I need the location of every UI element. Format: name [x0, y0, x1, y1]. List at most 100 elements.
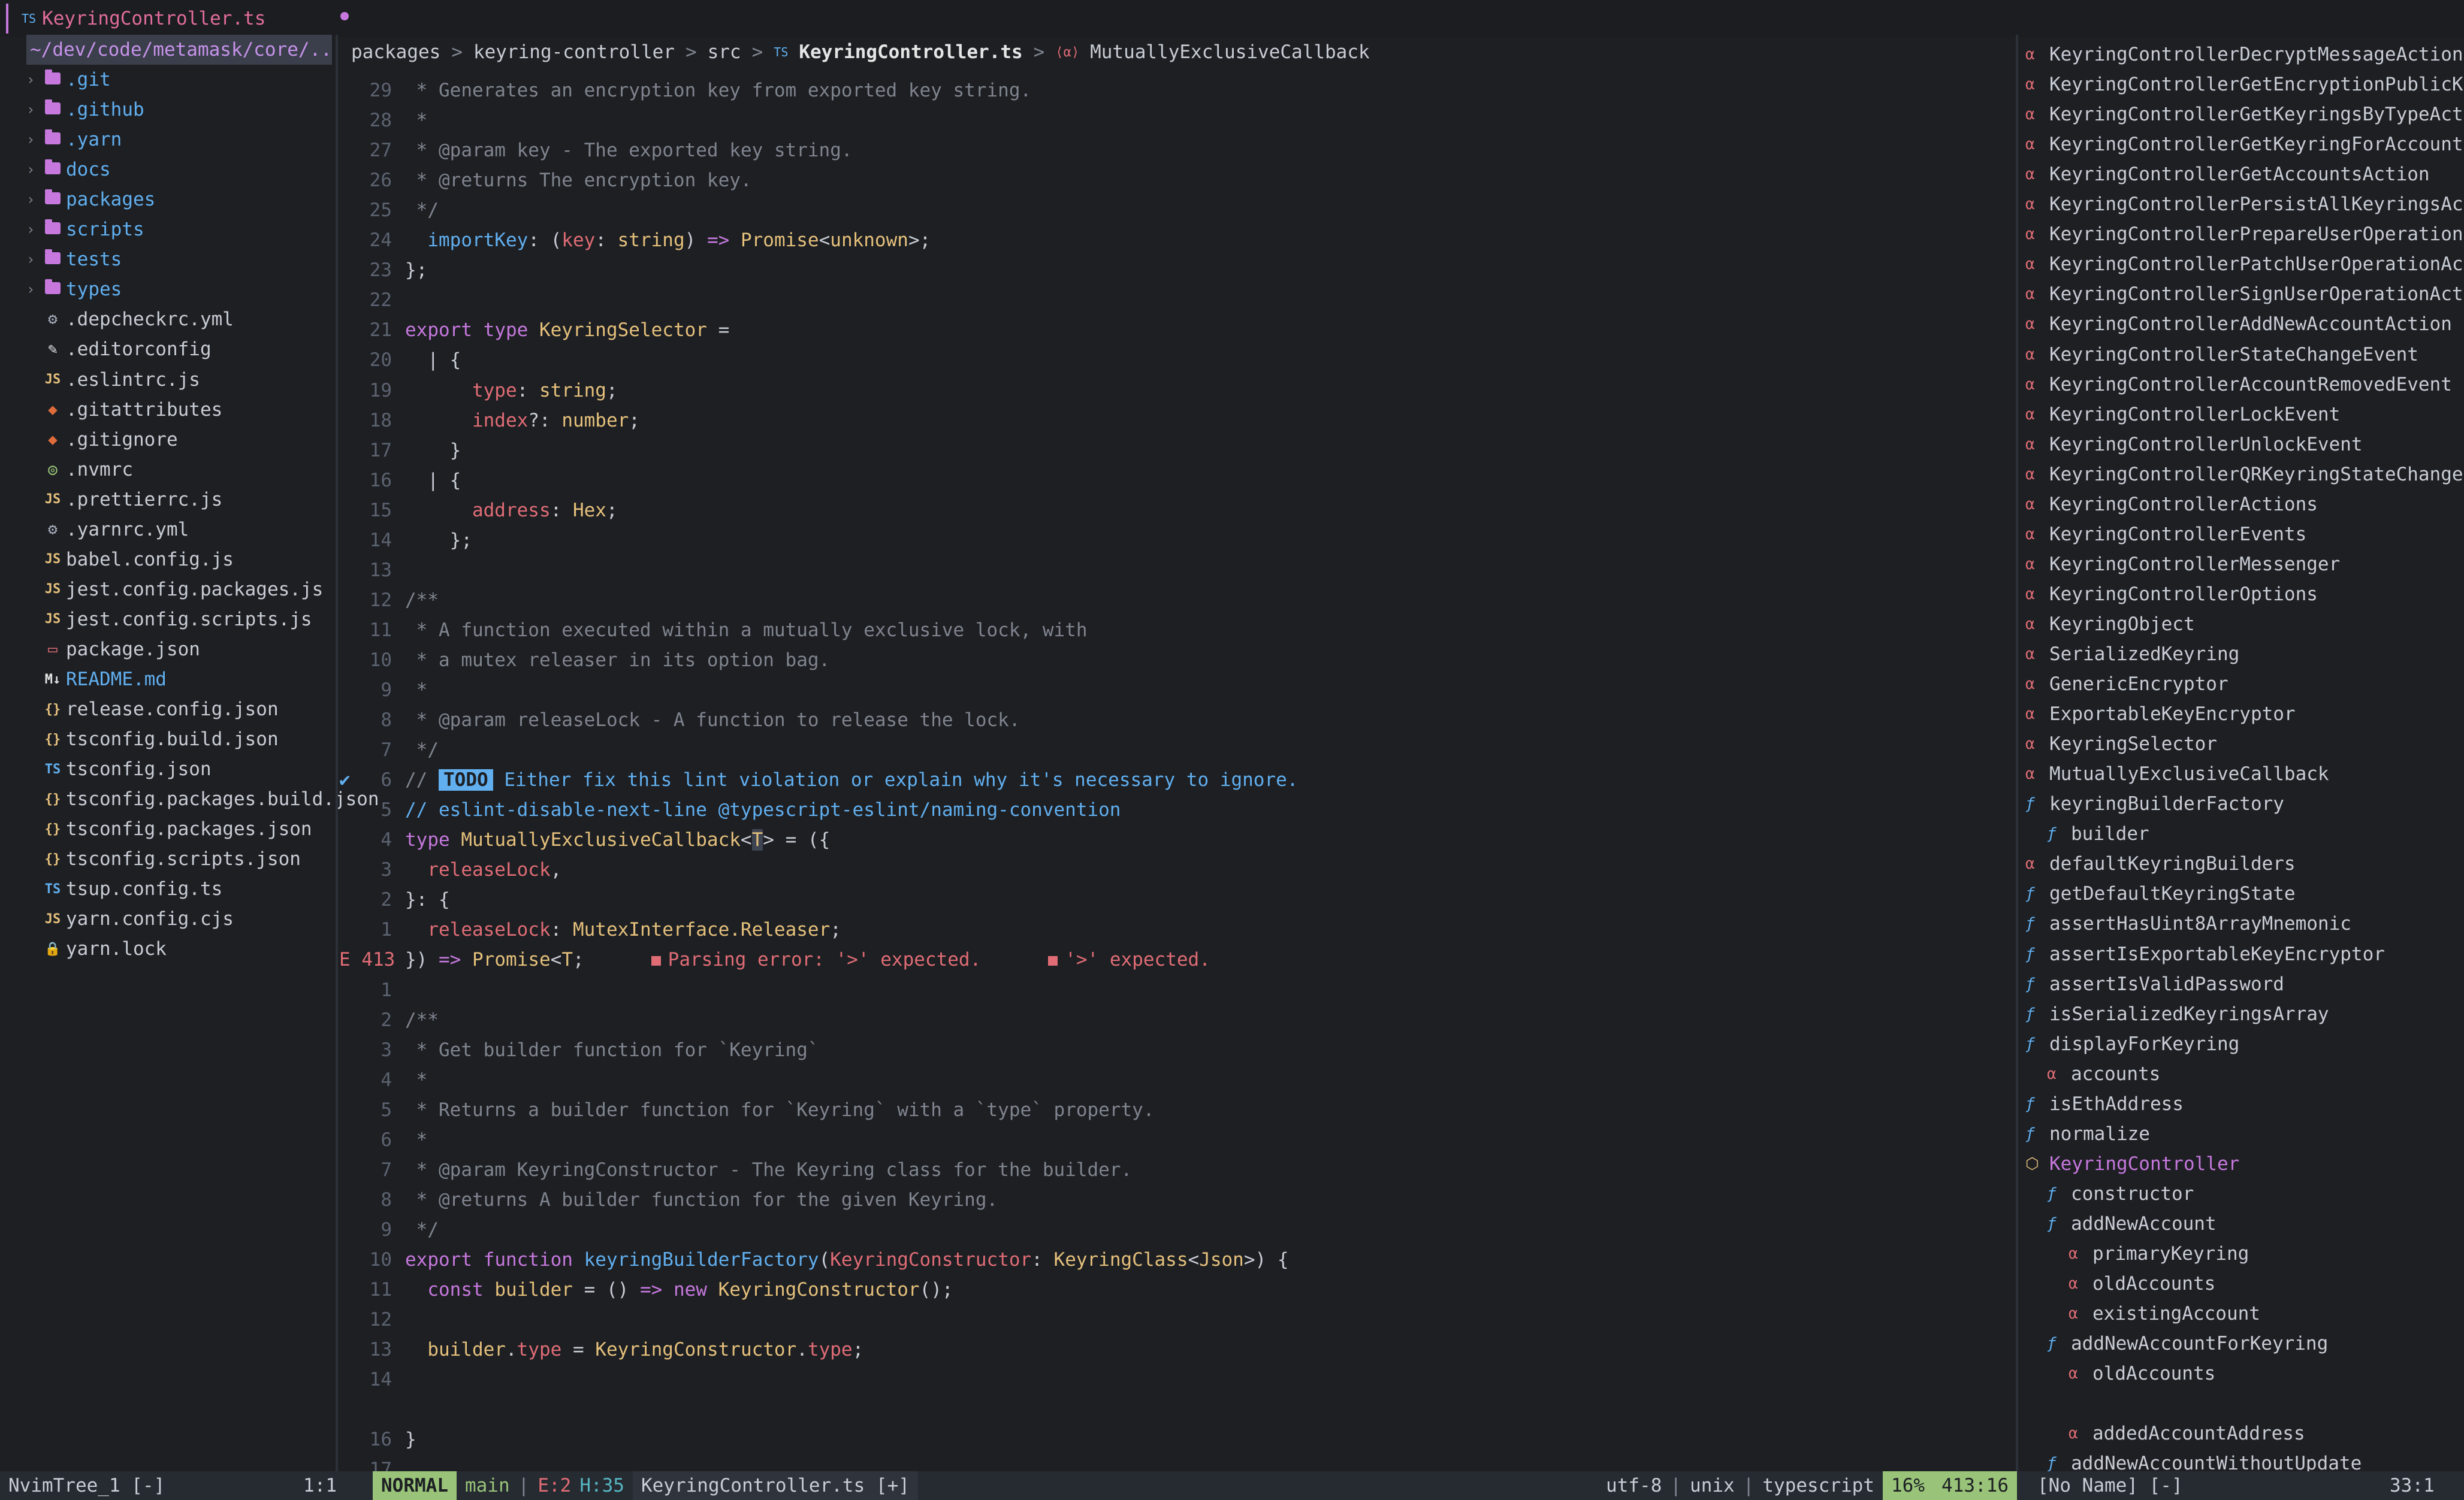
outline-item[interactable]: α KeyringControllerGetAccountsAction: [2025, 159, 2430, 189]
code-line[interactable]: 3 releaseLock,: [339, 855, 561, 885]
code-line[interactable]: 26 * @returns The encryption key.: [339, 165, 752, 195]
outline-item[interactable]: ƒ constructor: [2047, 1179, 2194, 1209]
code-line[interactable]: 16 | {: [339, 465, 461, 495]
tree-file[interactable]: ◆ .gitattributes: [26, 395, 222, 425]
code-line[interactable]: 14: [339, 1365, 405, 1395]
code-line[interactable]: 6 *: [339, 1125, 427, 1155]
code-line[interactable]: 7 * @param KeyringConstructor - The Keyr…: [339, 1155, 1132, 1185]
tree-dir-scripts[interactable]: › scripts: [26, 214, 144, 244]
outline-item[interactable]: α KeyringControllerGetKeyringsByTypeAct: [2025, 99, 2463, 129]
outline-item[interactable]: α KeyringControllerMessenger: [2025, 549, 2340, 579]
outline-item[interactable]: α KeyringControllerQRKeyringStateChange: [2025, 459, 2463, 489]
outline-item[interactable]: α accounts: [2047, 1059, 2160, 1089]
code-line[interactable]: 10 export function keyringBuilderFactory(…: [339, 1245, 1289, 1275]
tree-file[interactable]: TS tsup.config.ts: [26, 874, 223, 904]
code-line[interactable]: 12 /**: [339, 585, 439, 615]
code-line[interactable]: 17 }: [339, 436, 461, 465]
code-line[interactable]: 2 /**: [339, 1005, 439, 1035]
tree-file[interactable]: JS jest.config.packages.js: [26, 574, 324, 604]
outline-item[interactable]: α oldAccounts: [2069, 1269, 2215, 1299]
outline-item[interactable]: ƒ builder: [2047, 819, 2149, 849]
outline-item[interactable]: α KeyringControllerAddNewAccountAction: [2025, 309, 2452, 339]
outline-item[interactable]: ƒ addNewAccountForKeyring: [2047, 1329, 2328, 1359]
tree-file[interactable]: JS jest.config.scripts.js: [26, 604, 312, 634]
outline-item[interactable]: ƒ isEthAddress: [2025, 1089, 2184, 1119]
outline-item[interactable]: ƒ assertIsExportableKeyEncryptor: [2025, 939, 2385, 969]
tree-file[interactable]: JS .eslintrc.js: [26, 365, 200, 395]
code-line[interactable]: 4 *: [339, 1065, 427, 1095]
outline-item[interactable]: α KeyringControllerPatchUserOperationAc: [2025, 249, 2463, 279]
outline-item[interactable]: α KeyringControllerGetEncryptionPublicK: [2025, 69, 2463, 99]
outline-item[interactable]: α KeyringControllerDecryptMessageAction: [2025, 40, 2463, 69]
tab-keyringcontroller[interactable]: TS KeyringController.ts: [6, 4, 281, 34]
outline-item[interactable]: α KeyringControllerUnlockEvent: [2025, 430, 2363, 459]
tree-dir-github[interactable]: › .github: [26, 95, 144, 125]
tree-dir-docs[interactable]: › docs: [26, 155, 111, 185]
tree-file[interactable]: {} tsconfig.scripts.json: [26, 844, 301, 874]
outline-item[interactable]: ⬡ KeyringController: [2025, 1149, 2239, 1179]
code-line[interactable]: 14 };: [339, 525, 472, 555]
outline-item[interactable]: ƒ isSerializedKeyringsArray: [2025, 999, 2329, 1029]
tree-dir-yarn[interactable]: › .yarn: [26, 125, 122, 155]
tree-file[interactable]: ▭ package.json: [26, 634, 200, 664]
tree-file[interactable]: ⚙ .depcheckrc.yml: [26, 304, 234, 334]
code-line[interactable]: ✔ 6// TODO Either fix this lint violation…: [339, 765, 1298, 795]
outline-item[interactable]: α KeyringSelector: [2025, 729, 2217, 759]
outline-item[interactable]: ƒ normalize: [2025, 1119, 2150, 1149]
code-line[interactable]: 20 | {: [339, 345, 461, 375]
tree-dir-types[interactable]: › types: [26, 274, 122, 304]
tree-file[interactable]: JS yarn.config.cjs: [26, 904, 234, 934]
code-line[interactable]: 12: [339, 1305, 405, 1335]
tree-dir-git[interactable]: › .git: [26, 65, 111, 95]
code-line[interactable]: E 413}) => Promise<T; Parsing error: '>'…: [339, 945, 1210, 975]
code-line[interactable]: 21 export type KeyringSelector =: [339, 315, 730, 345]
code-line[interactable]: 1: [339, 975, 405, 1005]
code-line[interactable]: 23};: [339, 255, 428, 285]
tree-file[interactable]: ◆ .gitignore: [26, 425, 177, 455]
code-line[interactable]: 29 * Generates an encryption key from ex…: [339, 75, 1032, 105]
tree-file[interactable]: JS .prettierrc.js: [26, 485, 223, 515]
tree-file[interactable]: {} tsconfig.packages.build.json: [26, 784, 379, 814]
code-line[interactable]: 1 releaseLock: MutexInterface.Releaser;: [339, 915, 841, 945]
code-line[interactable]: 11 * A function executed within a mutual…: [339, 615, 1088, 645]
outline-item[interactable]: α KeyringControllerPersistAllKeyringsAc: [2025, 189, 2463, 219]
tree-root-path[interactable]: ~/dev/code/metamask/core/..: [26, 35, 332, 65]
outline-item[interactable]: α KeyringControllerSignUserOperationAct: [2025, 279, 2463, 309]
code-line[interactable]: 2}: {: [339, 885, 449, 915]
outline-item[interactable]: α KeyringControllerOptions: [2025, 579, 2318, 609]
outline-item[interactable]: α addedAccountAddress: [2069, 1419, 2305, 1448]
code-line[interactable]: 15 address: Hex;: [339, 495, 618, 525]
code-line[interactable]: 8 * @returns A builder function for the …: [339, 1185, 998, 1215]
outline-item[interactable]: α MutuallyExclusiveCallback: [2025, 759, 2329, 789]
outline-item[interactable]: α defaultKeyringBuilders: [2025, 849, 2296, 879]
editor-pane[interactable]: packages > keyring-controller > src > TS Ke…: [339, 35, 2017, 1480]
tree-file[interactable]: {} release.config.json: [26, 694, 279, 724]
outline-item[interactable]: α existingAccount: [2069, 1299, 2260, 1329]
code-line[interactable]: 9 *: [339, 675, 427, 705]
code-line[interactable]: 5 * Returns a builder function for `Keyr…: [339, 1095, 1154, 1125]
code-line[interactable]: 16}: [339, 1425, 416, 1454]
outline-item[interactable]: α KeyringControllerPrepareUserOperation: [2025, 219, 2463, 249]
code-line[interactable]: 27 * @param key - The exported key strin…: [339, 135, 853, 165]
breadcrumb-packages[interactable]: packages: [351, 41, 440, 63]
code-line[interactable]: 10 * a mutex releaser in its option bag.: [339, 645, 831, 675]
breadcrumb-file[interactable]: KeyringController.ts: [799, 41, 1022, 63]
outline-item[interactable]: ƒ assertHasUint8ArrayMnemonic: [2025, 909, 2351, 939]
code-line[interactable]: 28 *: [339, 105, 428, 135]
tree-file[interactable]: ⚙ .yarnrc.yml: [26, 515, 189, 545]
tree-file[interactable]: ✎ .editorconfig: [26, 334, 211, 364]
code-line[interactable]: 3 * Get builder function for `Keyring`: [339, 1035, 819, 1065]
code-line[interactable]: 8 * @param releaseLock - A function to r…: [339, 705, 1020, 735]
outline-item[interactable]: ƒ getDefaultKeyringState: [2025, 879, 2296, 909]
outline-item[interactable]: α ExportableKeyEncryptor: [2025, 699, 2296, 729]
outline-item[interactable]: ƒ assertIsValidPassword: [2025, 969, 2284, 999]
code-line[interactable]: 13 builder.type = KeyringConstructor.typ…: [339, 1335, 864, 1365]
code-line[interactable]: 24 importKey: (key: string) => Promise<u…: [339, 225, 931, 255]
tree-file[interactable]: 🔒 yarn.lock: [26, 934, 167, 964]
code-line[interactable]: 9 */: [339, 1215, 439, 1245]
tree-file[interactable]: TS tsconfig.json: [26, 754, 212, 784]
tree-dir-packages[interactable]: › packages: [26, 185, 155, 214]
code-line[interactable]: 18 index?: number;: [339, 406, 640, 436]
tree-file[interactable]: ◎ .nvmrc: [26, 455, 133, 485]
outline-item[interactable]: α KeyringControllerLockEvent: [2025, 400, 2340, 430]
